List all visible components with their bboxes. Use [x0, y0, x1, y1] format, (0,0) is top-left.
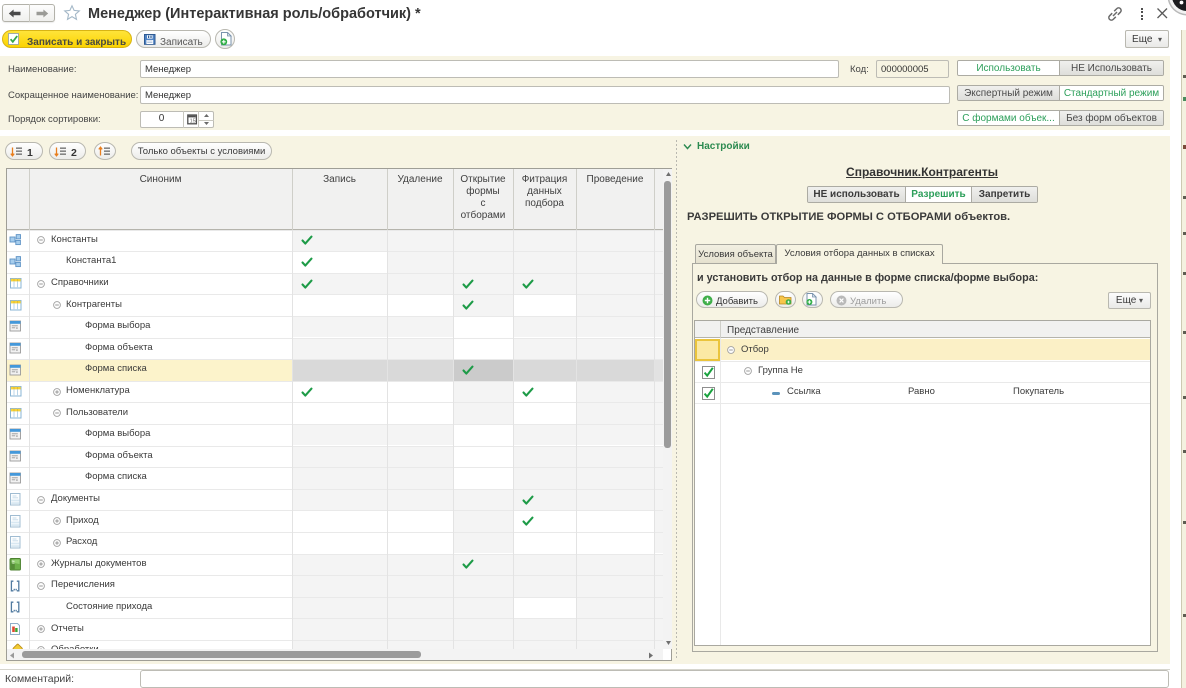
- svg-text:15: 15: [189, 119, 195, 125]
